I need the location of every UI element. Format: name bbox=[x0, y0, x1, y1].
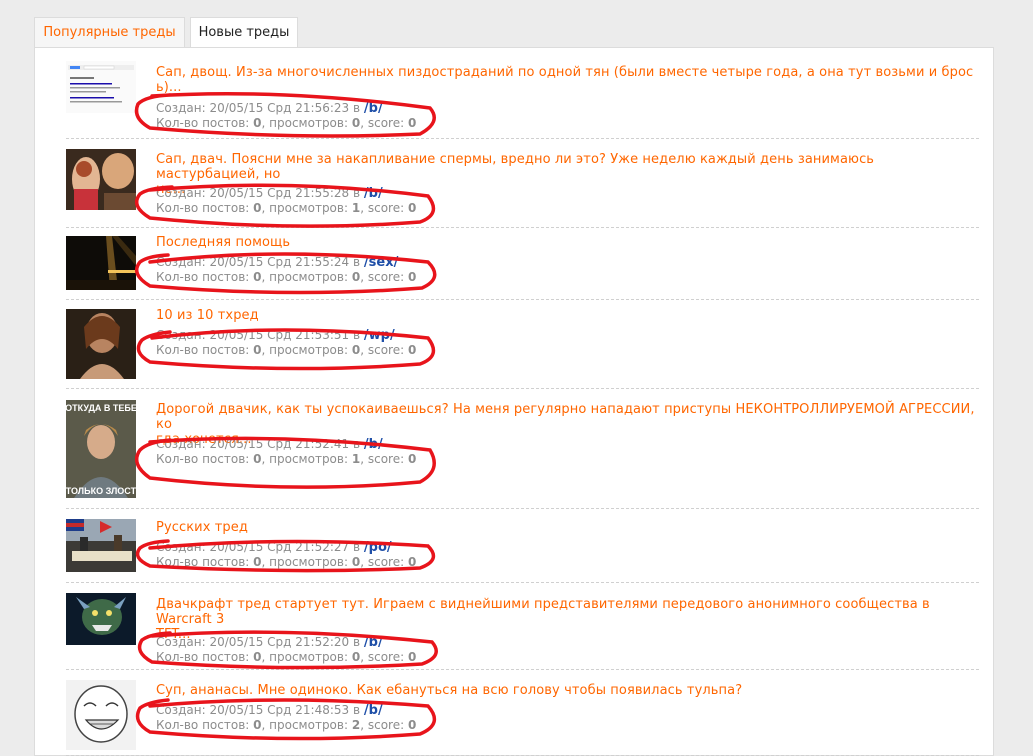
thread-item: Русских тред Создан: 20/05/15 Срд 21:52:… bbox=[66, 508, 979, 583]
view-count: 2 bbox=[351, 718, 361, 732]
thread-date: 20/05/15 Срд 21:53:51 bbox=[209, 328, 350, 342]
thread-thumbnail[interactable]: ОТКУДА В ТЕБЕ СТОЛЬКО ЗЛОСТИ bbox=[66, 400, 136, 498]
score-value: 0 bbox=[407, 116, 417, 130]
view-count: 0 bbox=[351, 343, 361, 357]
thread-thumbnail[interactable] bbox=[66, 149, 136, 210]
board-link[interactable]: /b/ bbox=[364, 186, 383, 201]
thread-meta: Создан: 20/05/15 Срд 21:56:23 в /b/ Кол-… bbox=[156, 101, 417, 130]
thread-thumbnail[interactable] bbox=[66, 593, 136, 645]
view-count: 0 bbox=[351, 116, 361, 130]
score-value: 0 bbox=[407, 343, 417, 357]
view-count: 1 bbox=[351, 201, 361, 215]
thread-meta: Создан: 20/05/15 Срд 21:55:24 в /sex/ Ко… bbox=[156, 255, 417, 284]
meme-caption-bottom: СТОЛЬКО ЗЛОСТИ bbox=[66, 486, 136, 496]
score-value: 0 bbox=[407, 650, 417, 664]
post-count: 0 bbox=[253, 718, 262, 732]
thread-meta: Создан: 20/05/15 Срд 21:52:20 в /b/ Кол-… bbox=[156, 635, 417, 664]
board-link[interactable]: /b/ bbox=[364, 101, 383, 116]
thread-title-link[interactable]: 10 из 10 тхред bbox=[156, 308, 978, 323]
score-value: 0 bbox=[407, 452, 417, 466]
post-count: 0 bbox=[253, 650, 262, 664]
thread-meta: Создан: 20/05/15 Срд 21:52:41 в /b/ Кол-… bbox=[156, 437, 417, 466]
board-link[interactable]: /po/ bbox=[364, 540, 392, 555]
thread-item: Сап, двач. Поясни мне за накапливание сп… bbox=[66, 138, 979, 228]
thread-date: 20/05/15 Срд 21:55:28 bbox=[209, 186, 350, 200]
thread-list-panel: Сап, двощ. Из-за многочисленных пиздостр… bbox=[34, 47, 994, 756]
board-link[interactable]: /b/ bbox=[364, 437, 383, 452]
board-link[interactable]: /wp/ bbox=[364, 328, 395, 343]
score-value: 0 bbox=[407, 555, 417, 569]
thread-meta: Создан: 20/05/15 Срд 21:53:51 в /wp/ Кол… bbox=[156, 328, 417, 357]
board-link[interactable]: /b/ bbox=[364, 635, 383, 650]
post-count: 0 bbox=[253, 343, 262, 357]
view-count: 0 bbox=[351, 555, 361, 569]
board-link[interactable]: /sex/ bbox=[364, 255, 398, 270]
meme-caption-top: ОТКУДА В ТЕБЕ bbox=[66, 403, 136, 413]
thread-date: 20/05/15 Срд 21:52:27 bbox=[209, 540, 350, 554]
view-count: 1 bbox=[351, 452, 361, 466]
thread-title-link[interactable]: Суп, ананасы. Мне одиноко. Как ебануться… bbox=[156, 683, 978, 698]
post-count: 0 bbox=[253, 555, 262, 569]
score-value: 0 bbox=[407, 718, 417, 732]
tab-new-threads[interactable]: Новые треды bbox=[190, 17, 298, 48]
thread-item: Последняя помощь Создан: 20/05/15 Срд 21… bbox=[66, 227, 979, 300]
board-link[interactable]: /b/ bbox=[364, 703, 383, 718]
tab-popular-threads[interactable]: Популярные треды bbox=[34, 17, 185, 47]
thread-item: Сап, двощ. Из-за многочисленных пиздостр… bbox=[66, 58, 979, 139]
thread-thumbnail[interactable] bbox=[66, 680, 136, 750]
post-count: 0 bbox=[253, 452, 262, 466]
view-count: 0 bbox=[351, 650, 361, 664]
thread-thumbnail[interactable] bbox=[66, 309, 136, 379]
score-value: 0 bbox=[407, 270, 417, 284]
thread-item: Двачкрафт тред стартует тут. Играем с ви… bbox=[66, 582, 979, 670]
thread-thumbnail[interactable] bbox=[66, 236, 136, 290]
thread-date: 20/05/15 Срд 21:56:23 bbox=[209, 101, 350, 115]
post-count: 0 bbox=[253, 116, 262, 130]
thread-thumbnail[interactable] bbox=[66, 61, 136, 113]
thread-date: 20/05/15 Срд 21:52:41 bbox=[209, 437, 350, 451]
thread-meta: Создан: 20/05/15 Срд 21:48:53 в /b/ Кол-… bbox=[156, 703, 417, 732]
thread-thumbnail[interactable] bbox=[66, 519, 136, 572]
thread-date: 20/05/15 Срд 21:52:20 bbox=[209, 635, 350, 649]
thread-title-link[interactable]: Русских тред bbox=[156, 520, 978, 535]
post-count: 0 bbox=[253, 201, 262, 215]
score-value: 0 bbox=[407, 201, 417, 215]
thread-title-link[interactable]: Последняя помощь bbox=[156, 235, 978, 250]
thread-date: 20/05/15 Срд 21:55:24 bbox=[209, 255, 350, 269]
thread-item: ОТКУДА В ТЕБЕ СТОЛЬКО ЗЛОСТИ Дорогой два… bbox=[66, 388, 979, 509]
thread-title-link[interactable]: Сап, двощ. Из-за многочисленных пиздостр… bbox=[156, 65, 978, 95]
thread-meta: Создан: 20/05/15 Срд 21:52:27 в /po/ Кол… bbox=[156, 540, 417, 569]
thread-date: 20/05/15 Срд 21:48:53 bbox=[209, 703, 350, 717]
post-count: 0 bbox=[253, 270, 262, 284]
thread-meta: Создан: 20/05/15 Срд 21:55:28 в /b/ Кол-… bbox=[156, 186, 417, 215]
view-count: 0 bbox=[351, 270, 361, 284]
thread-item: Суп, ананасы. Мне одиноко. Как ебануться… bbox=[66, 669, 979, 756]
thread-item: 10 из 10 тхред Создан: 20/05/15 Срд 21:5… bbox=[66, 299, 979, 389]
